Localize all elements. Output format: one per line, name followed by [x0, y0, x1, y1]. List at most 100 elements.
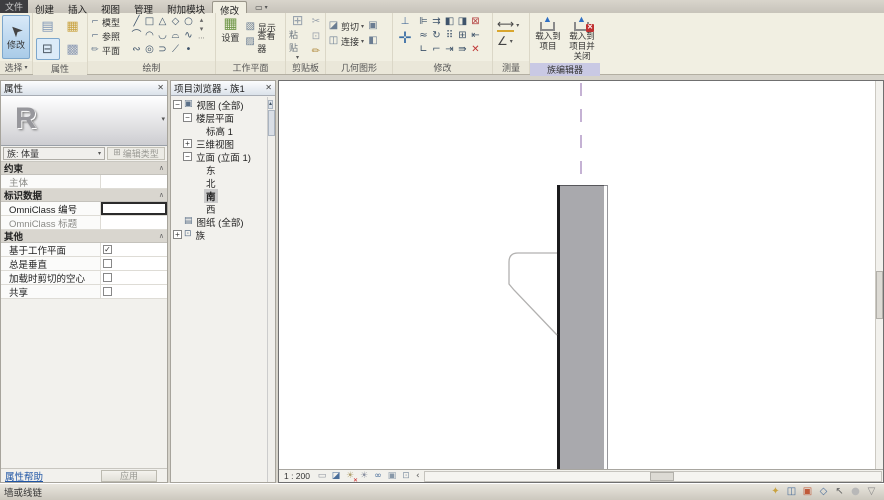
tree-item[interactable]: 标高 1: [171, 124, 275, 137]
match-type-button[interactable]: ✏: [309, 45, 323, 59]
collapse-group-icon[interactable]: ∧: [159, 233, 164, 240]
measure-along-element-button[interactable]: ∠▾: [497, 35, 519, 47]
tree-item-label[interactable]: 东: [204, 163, 218, 177]
background-process-icon[interactable]: ●: [849, 486, 862, 499]
trim-extend-single-button[interactable]: ⇥: [443, 43, 456, 57]
expander-icon[interactable]: −: [173, 100, 182, 109]
tree-item[interactable]: ▤图纸 (全部): [171, 215, 275, 228]
tree-item[interactable]: 西: [171, 202, 275, 215]
partial-ellipse-tool[interactable]: ⊃: [156, 43, 169, 57]
active-option-only-icon[interactable]: ▣: [801, 486, 814, 499]
spline-through-points-tool[interactable]: ∾: [130, 43, 143, 57]
trim-extend-multiple-button[interactable]: ⇛: [456, 43, 469, 57]
tangent-arc-tool[interactable]: ◡: [156, 29, 169, 43]
property-group-header[interactable]: 其他∧: [1, 230, 167, 243]
property-value[interactable]: ✓: [101, 243, 167, 256]
scroll-up-icon[interactable]: ▴: [268, 100, 273, 109]
copy-button[interactable]: ⊡: [309, 30, 323, 44]
mirror-pick-axis-button[interactable]: ◧: [443, 15, 456, 29]
canvas-vertical-scrollbar[interactable]: [875, 81, 883, 469]
elevation-view-canvas[interactable]: [279, 81, 883, 469]
ribbon-state-toggle[interactable]: ▭ ▾: [255, 4, 268, 13]
tab-插入[interactable]: 插入: [61, 1, 94, 13]
expander-icon[interactable]: −: [183, 152, 192, 161]
scrollbar-thumb[interactable]: [650, 472, 674, 481]
canvas-horizontal-scrollbar[interactable]: [424, 471, 882, 482]
tree-item-label[interactable]: 视图 (全部): [195, 98, 246, 112]
select-links-icon[interactable]: ◇: [817, 486, 830, 499]
circle-tool[interactable]: ○: [182, 15, 195, 29]
expander-icon[interactable]: +: [183, 139, 192, 148]
line-tool[interactable]: ╱: [130, 15, 143, 29]
array-button[interactable]: ⠿: [443, 29, 456, 43]
reference-line-dashed-upper[interactable]: [580, 83, 582, 185]
tab-创建[interactable]: 创建: [28, 1, 61, 13]
cut-button[interactable]: ✂: [309, 15, 323, 29]
tree-item-label[interactable]: 立面 (立面 1): [194, 150, 253, 164]
tree-item[interactable]: 南: [171, 189, 275, 202]
demolish-button[interactable]: ≈: [417, 29, 430, 43]
checkbox[interactable]: [103, 259, 112, 268]
tree-item-label[interactable]: 三维视图: [194, 137, 236, 151]
split-face-button[interactable]: ◧: [366, 34, 380, 48]
modify-tool-button[interactable]: ➤ 修改: [2, 15, 30, 59]
filter-icon[interactable]: ▽: [865, 486, 878, 499]
property-value[interactable]: [101, 216, 167, 229]
delete-button[interactable]: ✕: [469, 43, 482, 57]
join-geometry-button[interactable]: ◫ 连接 ▾: [328, 34, 364, 48]
rotate-button[interactable]: ↻: [430, 29, 443, 43]
tree-item[interactable]: −楼层平面: [171, 111, 275, 124]
reference-line-mode-button[interactable]: ⌐参照: [90, 29, 128, 43]
fillet-arc-tool[interactable]: ⌓: [169, 29, 182, 43]
checkbox[interactable]: [103, 273, 112, 282]
trim-extend-corner-button[interactable]: ⌐: [430, 43, 443, 57]
paste-button[interactable]: ⊞ 粘贴 ▾: [288, 15, 307, 59]
align-icon[interactable]: ⊥: [401, 17, 410, 27]
start-end-radius-arc-tool[interactable]: ⌒: [130, 29, 143, 43]
drag-on-selection-icon[interactable]: ↖: [833, 486, 846, 499]
mass-edge-right[interactable]: [604, 185, 608, 469]
type-properties-button[interactable]: ▩: [61, 38, 85, 60]
workplane-viewer-button[interactable]: ▨查看器: [245, 35, 283, 49]
draw-gallery-scroll[interactable]: ▴ ▾ ⋯: [197, 15, 206, 42]
expander-icon[interactable]: +: [173, 230, 182, 239]
chevron-down-icon[interactable]: ▾: [161, 116, 165, 123]
tree-item-label[interactable]: 族: [194, 228, 208, 242]
collapse-group-icon[interactable]: ∧: [159, 192, 164, 199]
load-into-project-and-close-button[interactable]: ▲✕ 载入到项目并关闭: [566, 15, 598, 61]
family-category-button[interactable]: ▦: [61, 15, 85, 37]
properties-button[interactable]: ▤: [36, 15, 60, 37]
tab-视图[interactable]: 视图: [94, 1, 127, 13]
sun-path-icon[interactable]: ☀✕: [344, 471, 356, 482]
property-value[interactable]: [101, 257, 167, 270]
edit-type-button[interactable]: ⊞ 编辑类型: [107, 147, 165, 160]
type-preview[interactable]: R ▾: [1, 96, 167, 146]
mirror-draw-axis-button[interactable]: ◨: [456, 15, 469, 29]
offset-button[interactable]: ⇉: [430, 15, 443, 29]
load-into-project-button[interactable]: ▲ 载入到项目: [532, 15, 564, 52]
property-group-header[interactable]: 标识数据∧: [1, 189, 167, 202]
expander-icon[interactable]: −: [183, 113, 192, 122]
property-value[interactable]: [101, 271, 167, 284]
tab-修改[interactable]: 修改: [212, 1, 247, 13]
panel-label-select[interactable]: 选择▾: [0, 61, 32, 74]
property-value[interactable]: [101, 202, 167, 215]
property-group-header[interactable]: 约束∧: [1, 162, 167, 175]
measure-between-references-button[interactable]: ⟷▾: [497, 18, 519, 32]
checkbox[interactable]: ✓: [103, 245, 112, 254]
chevron-left-icon[interactable]: ‹: [416, 472, 420, 481]
gallery-expand-icon[interactable]: ⋯: [198, 35, 205, 42]
profile-sketch-outline[interactable]: [505, 248, 565, 340]
close-icon[interactable]: ✕: [157, 84, 164, 92]
tree-item[interactable]: +⊡族: [171, 228, 275, 241]
scroll-up-icon[interactable]: ▴: [200, 17, 204, 24]
tab-管理[interactable]: 管理: [127, 1, 160, 13]
circumscribed-polygon-tool[interactable]: ◇: [169, 15, 182, 29]
properties-help-link[interactable]: 属性帮助: [5, 469, 43, 483]
solid-void-button[interactable]: ▣: [366, 19, 380, 33]
tree-item-label[interactable]: 西: [204, 202, 218, 216]
cut-geometry-button[interactable]: ◪ 剪切 ▾: [328, 19, 364, 33]
unpin-button[interactable]: ⇤: [469, 29, 482, 43]
view-scale-button[interactable]: 1 : 200: [284, 471, 310, 481]
tree-item-label[interactable]: 楼层平面: [194, 111, 236, 125]
